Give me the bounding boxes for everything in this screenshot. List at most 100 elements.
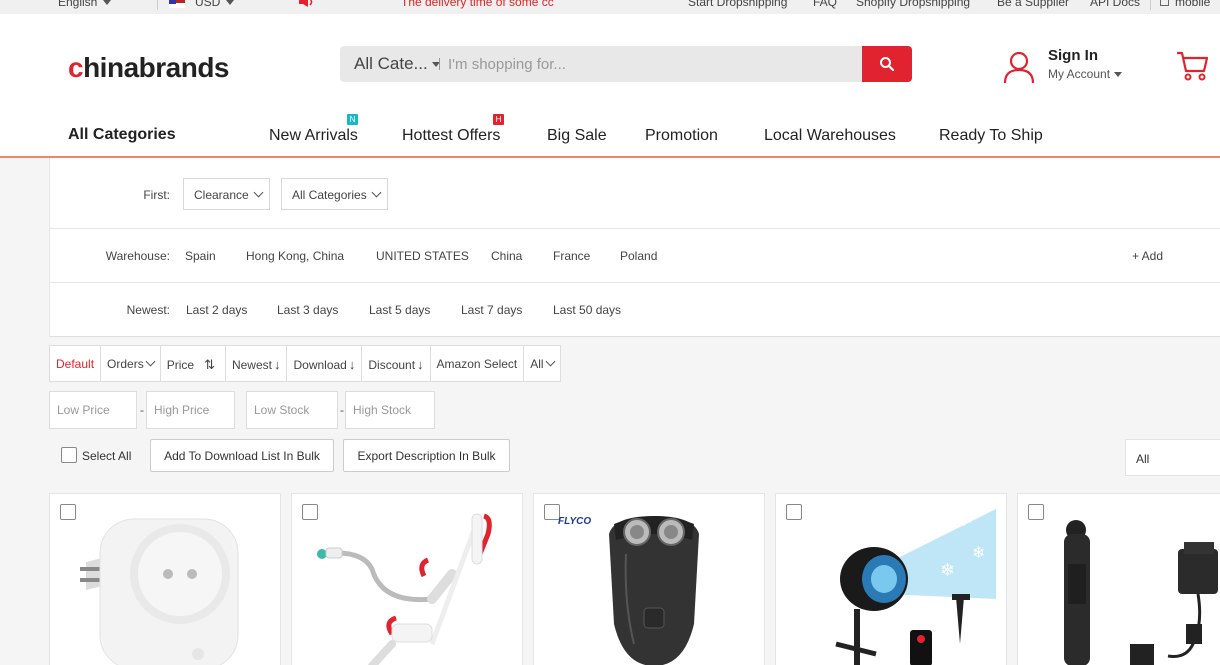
warehouse-label: Warehouse: — [105, 249, 170, 263]
nav-promotion[interactable]: Promotion — [645, 127, 718, 145]
range-dash: - — [140, 403, 144, 417]
mobile-link[interactable]: mobile — [1160, 0, 1210, 9]
chevron-down-icon — [145, 356, 156, 367]
low-price-input[interactable] — [49, 391, 137, 429]
sort-label: Orders — [107, 357, 144, 371]
warehouse-option-united-states[interactable]: UNITED STATES — [376, 249, 469, 263]
chevron-down-icon — [253, 187, 264, 198]
dropdown-label: All Categories — [292, 188, 367, 202]
search-input[interactable] — [448, 49, 848, 79]
newest-option-50-days[interactable]: Last 50 days — [553, 303, 621, 317]
all-categories-menu[interactable]: All Categories — [68, 126, 176, 144]
delivery-notice[interactable]: The delivery time of some cc — [401, 0, 554, 9]
my-account-dropdown[interactable]: My Account — [1048, 67, 1123, 81]
sort-orders[interactable]: Orders — [101, 346, 161, 381]
top-strip: English USD The delivery time of some cc… — [0, 0, 1220, 14]
logo-text: hinabrands — [83, 52, 229, 83]
sort-discount[interactable]: Discount ↓ — [362, 346, 431, 381]
search-icon — [880, 57, 895, 72]
arrow-down-icon: ↓ — [273, 357, 281, 372]
warehouse-option-france[interactable]: France — [553, 249, 590, 263]
product-card[interactable] — [1017, 493, 1220, 665]
newest-option-5-days[interactable]: Last 5 days — [369, 303, 430, 317]
product-card[interactable]: ❄ ❄ ❄ ❄ — [775, 493, 1007, 665]
search-category-dropdown[interactable]: All Cate... — [354, 54, 440, 74]
first-filter-dropdown[interactable]: Clearance — [183, 178, 270, 210]
product-checkbox[interactable] — [786, 504, 802, 520]
svg-text:❄: ❄ — [928, 521, 941, 538]
high-stock-input[interactable] — [345, 391, 435, 429]
nav-local-warehouses[interactable]: Local Warehouses — [764, 127, 896, 145]
language-selector[interactable]: English — [58, 0, 112, 9]
arrow-down-icon: ↓ — [417, 357, 424, 372]
logo-c: c — [68, 52, 84, 83]
link-faq[interactable]: FAQ — [813, 0, 837, 9]
user-icon[interactable] — [1002, 50, 1036, 84]
divider — [50, 228, 1220, 229]
chevron-down-icon — [545, 356, 556, 367]
product-checkbox[interactable] — [1028, 504, 1044, 520]
nav-ready-to-ship[interactable]: Ready To Ship — [939, 127, 1043, 145]
svg-text:❄: ❄ — [956, 509, 973, 531]
range-dash: - — [340, 403, 344, 417]
arrow-down-icon: ↓ — [348, 357, 356, 372]
newest-option-3-days[interactable]: Last 3 days — [277, 303, 338, 317]
site-header: chinabrands All Cate... Sign In My Accou… — [0, 14, 1220, 158]
sort-price[interactable]: Price ⇅ — [161, 346, 226, 381]
nav-new-arrivals[interactable]: New Arrivals — [269, 127, 358, 145]
link-shopify-dropshipping[interactable]: Shopify Dropshipping — [856, 0, 970, 9]
sign-in-link[interactable]: Sign In — [1048, 47, 1098, 64]
high-price-input[interactable] — [146, 391, 235, 429]
export-description-button[interactable]: Export Description In Bulk — [343, 439, 510, 472]
sort-default[interactable]: Default — [50, 346, 102, 381]
speaker-icon — [298, 0, 314, 10]
currency-label: USD — [195, 0, 221, 9]
link-start-dropshipping[interactable]: Start Dropshipping — [688, 0, 787, 9]
newest-option-2-days[interactable]: Last 2 days — [186, 303, 247, 317]
newest-option-7-days[interactable]: Last 7 days — [461, 303, 522, 317]
select-all-checkbox[interactable] — [61, 447, 77, 463]
new-badge: N — [347, 114, 358, 125]
brand-logo-flyco: FLYCO — [558, 516, 592, 527]
product-card[interactable] — [291, 493, 523, 665]
search-category-label: All Cate... — [354, 54, 428, 73]
link-be-a-supplier[interactable]: Be a Supplier — [997, 0, 1069, 9]
chinabrands-logo[interactable]: chinabrands — [68, 52, 229, 84]
divider — [1150, 0, 1151, 10]
vacuum-cleaner-image — [317, 513, 492, 665]
sort-all-dropdown[interactable]: All — [524, 346, 559, 381]
newest-label: Newest: — [126, 303, 170, 317]
nav-big-sale[interactable]: Big Sale — [547, 127, 607, 145]
chevron-down-icon — [226, 0, 235, 6]
product-card[interactable] — [49, 493, 281, 665]
low-stock-input[interactable] — [246, 391, 338, 429]
chevron-down-icon — [103, 0, 112, 6]
right-filter-select[interactable]: All — [1125, 439, 1220, 476]
category-filter-dropdown[interactable]: All Categories — [281, 178, 388, 210]
search-button[interactable] — [862, 46, 912, 82]
electric-ratchet-image — [1064, 520, 1218, 665]
smart-plug-image — [80, 518, 239, 665]
select-all-label[interactable]: Select All — [82, 449, 131, 463]
warehouse-option-poland[interactable]: Poland — [620, 249, 657, 263]
sort-newest[interactable]: Newest ↓ — [226, 346, 288, 381]
warehouse-option-spain[interactable]: Spain — [185, 249, 216, 263]
sort-download[interactable]: Download ↓ — [287, 346, 363, 381]
add-to-download-list-button[interactable]: Add To Download List In Bulk — [150, 439, 334, 472]
mobile-icon — [1160, 0, 1169, 6]
us-flag-icon — [169, 0, 185, 8]
add-warehouse-button[interactable]: + Add — [1132, 249, 1163, 263]
sort-amazon-select[interactable]: Amazon Select — [431, 346, 525, 381]
snowflake-projector-image: ❄ ❄ ❄ ❄ — [835, 509, 996, 665]
warehouse-option-china[interactable]: China — [491, 249, 522, 263]
nav-hottest-offers[interactable]: Hottest Offers — [402, 127, 500, 145]
warehouse-option-hong-kong[interactable]: Hong Kong, China — [246, 249, 344, 263]
svg-text:❄: ❄ — [972, 545, 985, 562]
link-api-docs[interactable]: API Docs — [1090, 0, 1140, 9]
product-checkbox[interactable] — [302, 504, 318, 520]
sort-bar: Default Orders Price ⇅ Newest ↓ Download ↓ … — [49, 345, 561, 382]
product-checkbox[interactable] — [60, 504, 76, 520]
currency-selector[interactable]: USD — [169, 0, 235, 9]
product-card[interactable]: FLYCO — [533, 493, 765, 665]
cart-icon[interactable] — [1176, 50, 1210, 82]
